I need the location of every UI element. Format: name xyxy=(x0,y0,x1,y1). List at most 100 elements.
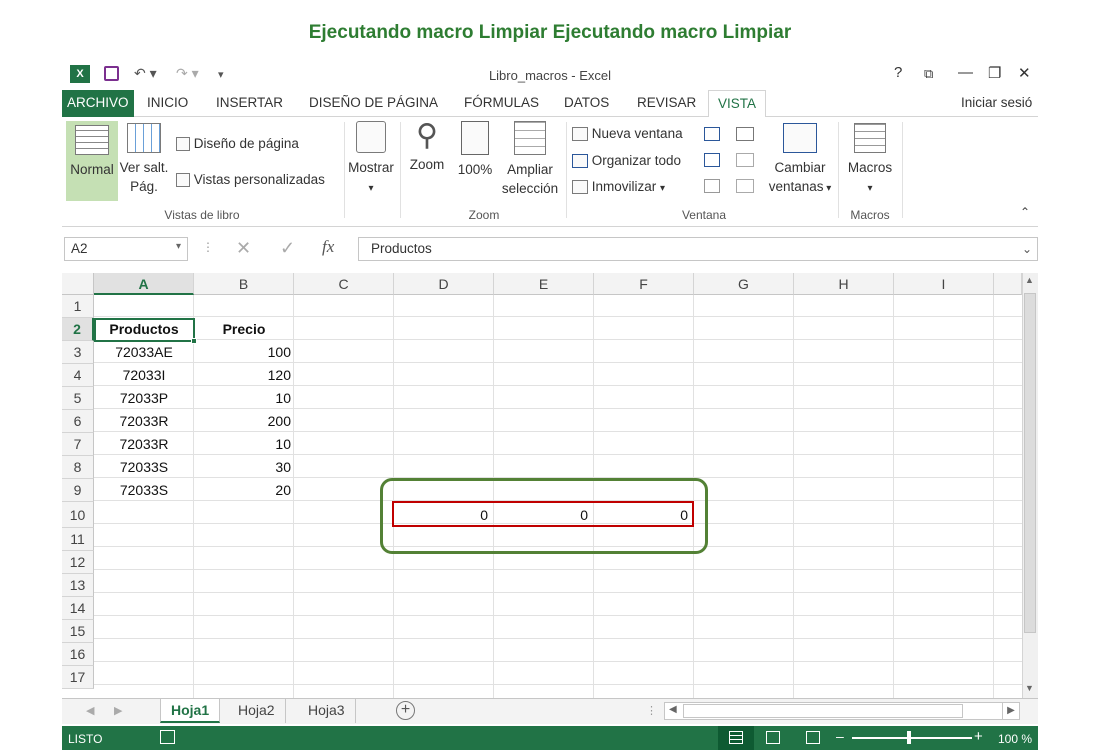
close-button[interactable]: ✕ xyxy=(1018,64,1031,82)
tab-vista[interactable]: VISTA xyxy=(708,90,767,118)
custom-views-button[interactable]: Vistas personalizadas xyxy=(176,171,325,189)
cell-b6[interactable]: 200 xyxy=(194,410,294,433)
column-header-c[interactable]: C xyxy=(294,273,394,295)
restore-button[interactable]: ❐ xyxy=(988,64,1001,82)
reset-position-icon[interactable] xyxy=(736,179,754,193)
add-sheet-button[interactable]: + xyxy=(396,701,415,720)
column-header-f[interactable]: F xyxy=(594,273,694,295)
view-page-layout-icon[interactable] xyxy=(766,731,780,744)
formula-input[interactable]: Productos xyxy=(358,237,1038,261)
sign-in-link[interactable]: Iniciar sesió xyxy=(952,90,1038,117)
cell-a3[interactable]: 72033AE xyxy=(94,341,194,364)
tab-datos[interactable]: DATOS xyxy=(555,90,618,117)
new-window-button[interactable]: Nueva ventana xyxy=(572,125,683,143)
page-break-preview-button[interactable]: Ver salt. Pág. xyxy=(118,123,170,196)
cell-b3[interactable]: 100 xyxy=(194,341,294,364)
tab-diseno-pagina[interactable]: DISEÑO DE PÁGINA xyxy=(300,90,447,117)
split-icon[interactable] xyxy=(704,127,720,141)
row-header-15[interactable]: 15 xyxy=(62,620,94,643)
name-box[interactable]: A2 ▾ xyxy=(64,237,188,261)
tab-revisar[interactable]: REVISAR xyxy=(628,90,705,117)
zoom-in-icon[interactable]: + xyxy=(974,728,983,745)
cell-b8[interactable]: 30 xyxy=(194,456,294,479)
scroll-up-icon[interactable]: ▲ xyxy=(1025,275,1034,285)
horizontal-scrollbar[interactable]: ◀ xyxy=(664,702,1006,720)
select-all-corner[interactable] xyxy=(62,273,94,295)
cell-b7[interactable]: 10 xyxy=(194,433,294,456)
cell-a7[interactable]: 72033R xyxy=(94,433,194,456)
scroll-left-icon[interactable]: ◀ xyxy=(669,704,677,715)
cell-a4[interactable]: 72033I xyxy=(94,364,194,387)
zoom-slider[interactable] xyxy=(852,737,972,739)
view-normal-icon[interactable] xyxy=(718,726,754,750)
switch-windows-button[interactable]: Cambiar ventanas ▾ xyxy=(762,123,838,198)
row-header-17[interactable]: 17 xyxy=(62,666,94,689)
cell-a5[interactable]: 72033P xyxy=(94,387,194,410)
tab-archivo[interactable]: ARCHIVO xyxy=(62,90,134,117)
insert-function-icon[interactable]: fx xyxy=(322,237,334,257)
row-header-5[interactable]: 5 xyxy=(62,387,94,410)
row-header-12[interactable]: 12 xyxy=(62,551,94,574)
scroll-right-icon[interactable]: ▶ xyxy=(1002,702,1020,720)
ribbon-display-icon[interactable]: ⧉ xyxy=(924,66,933,82)
tab-inicio[interactable]: INICIO xyxy=(138,90,197,117)
column-header-e[interactable]: E xyxy=(494,273,594,295)
row-header-8[interactable]: 8 xyxy=(62,456,94,479)
freeze-panes-button[interactable]: Inmovilizar ▾ xyxy=(572,178,665,198)
column-header-h[interactable]: H xyxy=(794,273,894,295)
minimize-button[interactable]: — xyxy=(958,64,973,81)
unhide-icon[interactable] xyxy=(704,179,720,193)
name-box-dropdown-icon[interactable]: ▾ xyxy=(176,241,181,252)
zoom-button[interactable]: ⚲ Zoom xyxy=(402,121,452,174)
sheet-next-icon[interactable]: ▶ xyxy=(114,704,122,717)
row-header-1[interactable]: 1 xyxy=(62,295,94,318)
cell-a6[interactable]: 72033R xyxy=(94,410,194,433)
row-header-7[interactable]: 7 xyxy=(62,433,94,456)
zoom-100-button[interactable]: 100% xyxy=(452,121,498,179)
cell-b4[interactable]: 120 xyxy=(194,364,294,387)
zoom-selection-button[interactable]: Ampliar selección xyxy=(498,121,562,198)
normal-view-button[interactable]: Normal xyxy=(66,121,118,201)
row-header-9[interactable]: 9 xyxy=(62,479,94,502)
sync-scroll-icon[interactable] xyxy=(736,153,754,167)
cell-a2[interactable]: Productos xyxy=(94,318,194,341)
help-button[interactable]: ? xyxy=(894,64,902,81)
cell-a9[interactable]: 72033S xyxy=(94,479,194,502)
row-header-11[interactable]: 11 xyxy=(62,528,94,551)
expand-formula-icon[interactable]: ⌄ xyxy=(1022,242,1032,256)
column-header-b[interactable]: B xyxy=(194,273,294,295)
row-header-4[interactable]: 4 xyxy=(62,364,94,387)
column-header-a[interactable]: A xyxy=(94,273,194,295)
column-header-i[interactable]: I xyxy=(894,273,994,295)
column-header-g[interactable]: G xyxy=(694,273,794,295)
hide-icon[interactable] xyxy=(704,153,720,167)
side-by-side-icon[interactable] xyxy=(736,127,754,141)
row-header-3[interactable]: 3 xyxy=(62,341,94,364)
tab-split-dots-icon[interactable]: ⋮ xyxy=(646,704,657,717)
arrange-all-button[interactable]: Organizar todo xyxy=(572,152,681,170)
vertical-scroll-thumb[interactable] xyxy=(1024,293,1036,633)
column-header-d[interactable]: D xyxy=(394,273,494,295)
row-header-16[interactable]: 16 xyxy=(62,643,94,666)
sheet-tab-hoja2[interactable]: Hoja2 xyxy=(228,699,286,723)
zoom-out-icon[interactable]: – xyxy=(836,728,844,744)
tab-insertar[interactable]: INSERTAR xyxy=(207,90,292,117)
sheet-tab-hoja3[interactable]: Hoja3 xyxy=(298,699,356,723)
horizontal-scroll-thumb[interactable] xyxy=(683,704,963,718)
row-header-13[interactable]: 13 xyxy=(62,574,94,597)
row-header-6[interactable]: 6 xyxy=(62,410,94,433)
row-header-2[interactable]: 2 xyxy=(62,318,94,341)
vertical-scrollbar[interactable]: ▲ ▼ xyxy=(1022,273,1038,698)
page-layout-button[interactable]: Diseño de página xyxy=(176,135,299,153)
sheet-prev-icon[interactable]: ◀ xyxy=(86,704,94,717)
row-header-14[interactable]: 14 xyxy=(62,597,94,620)
view-page-break-icon[interactable] xyxy=(806,731,820,744)
macros-button[interactable]: Macros ▾ xyxy=(842,123,898,198)
cell-b9[interactable]: 20 xyxy=(194,479,294,502)
row-header-10[interactable]: 10 xyxy=(62,502,94,528)
sheet-tab-hoja1[interactable]: Hoja1 xyxy=(160,699,221,723)
zoom-level[interactable]: 100 % xyxy=(998,732,1032,746)
collapse-ribbon-icon[interactable]: ⌃ xyxy=(1020,205,1030,219)
cancel-icon[interactable]: ✕ xyxy=(236,238,251,259)
enter-icon[interactable]: ✓ xyxy=(280,238,295,259)
